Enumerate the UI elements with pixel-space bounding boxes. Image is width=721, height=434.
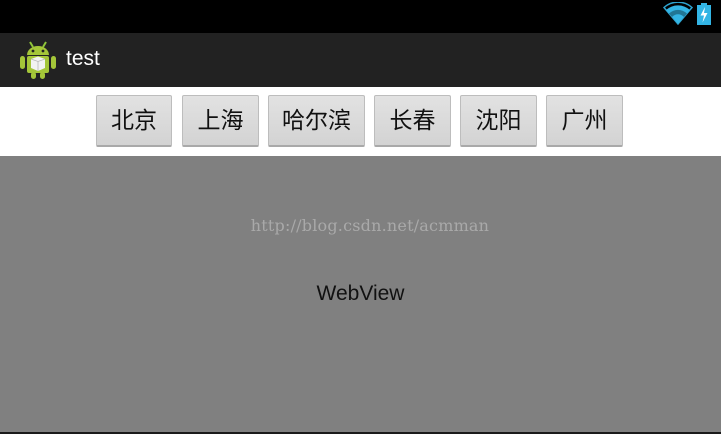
- city-button-changchun[interactable]: 长春: [374, 95, 451, 147]
- android-robot-icon[interactable]: [20, 40, 56, 80]
- city-button-harbin[interactable]: 哈尔滨: [268, 95, 365, 147]
- city-button-shanghai[interactable]: 上海: [182, 95, 259, 147]
- city-button-beijing[interactable]: 北京: [96, 95, 172, 147]
- action-bar: test: [0, 33, 721, 87]
- app-title: test: [66, 47, 100, 70]
- webview[interactable]: http://blog.csdn.net/acmman WebView: [0, 156, 721, 432]
- watermark-text: http://blog.csdn.net/acmman: [250, 216, 490, 235]
- wifi-icon: [663, 2, 693, 26]
- status-bar: [0, 0, 721, 33]
- webview-label: WebView: [316, 282, 405, 305]
- battery-charging-icon: [697, 3, 711, 25]
- device-screen: test 北京 上海 哈尔滨 长春 沈阳 广州 http://blog.csdn…: [0, 0, 721, 434]
- city-button-guangzhou[interactable]: 广州: [546, 95, 623, 147]
- city-button-shenyang[interactable]: 沈阳: [460, 95, 537, 147]
- city-button-row: 北京 上海 哈尔滨 长春 沈阳 广州: [0, 87, 721, 156]
